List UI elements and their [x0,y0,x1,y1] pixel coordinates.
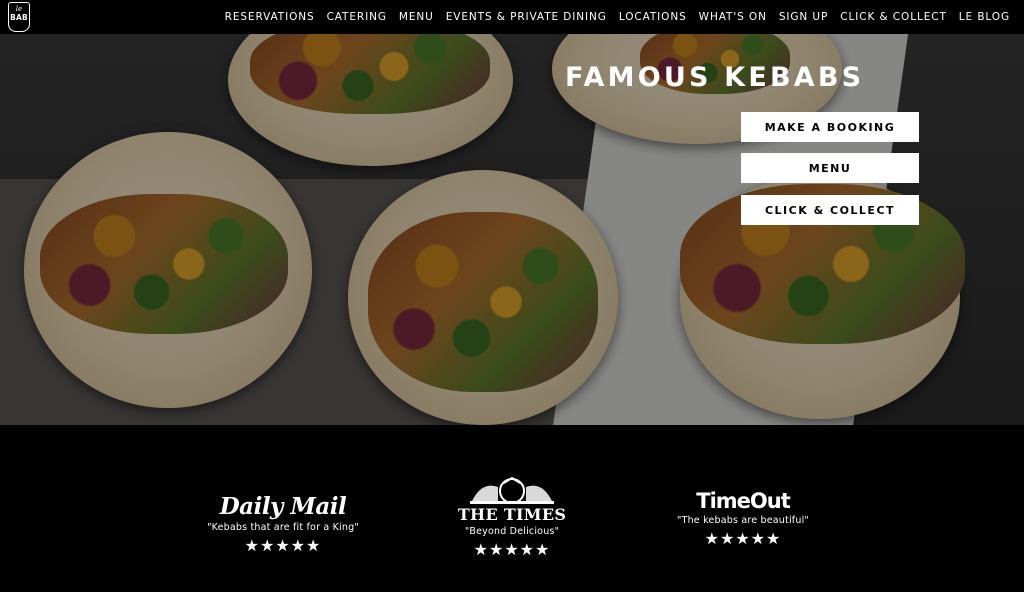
the-times-masthead: THE TIMES [457,505,567,524]
nav-link-le-blog[interactable]: LE BLOG [959,11,1010,23]
press-reviews: Daily Mail "Kebabs that are fit for a Ki… [0,425,1024,592]
nav-link-whats-on[interactable]: WHAT'S ON [699,11,767,23]
nav-link-reservations[interactable]: RESERVATIONS [225,11,315,23]
daily-mail-masthead: Daily Mail [219,493,347,520]
hero-banner: FAMOUS KEBABS MAKE A BOOKING MENU CLICK … [0,34,1024,425]
nav-link-menu[interactable]: MENU [399,11,434,23]
review-quote: "The kebabs are beautiful" [677,515,809,526]
main-nav: RESERVATIONS CATERING MENU EVENTS & PRIV… [225,0,1010,34]
logo-text-bab: BAB [10,13,28,22]
top-navigation-bar: le BAB RESERVATIONS CATERING MENU EVENTS… [0,0,1024,34]
review-quote: "Beyond Delicious" [464,526,560,537]
review-daily-mail: Daily Mail "Kebabs that are fit for a Ki… [183,493,383,555]
review-timeout: TimeOut "The kebabs are beautiful" ★★★★★ [643,489,843,548]
menu-button[interactable]: MENU [741,153,919,183]
click-and-collect-button[interactable]: CLICK & COLLECT [741,195,919,225]
royal-crest-icon [470,476,554,504]
star-rating: ★★★★★ [704,529,782,548]
star-rating: ★★★★★ [473,540,551,559]
timeout-masthead: TimeOut [696,489,791,513]
nav-link-locations[interactable]: LOCATIONS [619,11,687,23]
hero-title: FAMOUS KEBABS [565,62,865,93]
star-rating: ★★★★★ [244,536,322,555]
nav-link-catering[interactable]: CATERING [327,11,387,23]
logo-text-le: le [15,5,23,13]
make-a-booking-button[interactable]: MAKE A BOOKING [741,112,919,142]
nav-link-events-private-dining[interactable]: EVENTS & PRIVATE DINING [446,11,607,23]
le-bab-logo[interactable]: le BAB [8,2,30,32]
review-the-times: THE TIMES "Beyond Delicious" ★★★★★ [412,475,612,559]
nav-link-click-collect[interactable]: CLICK & COLLECT [840,11,947,23]
review-quote: "Kebabs that are fit for a King" [207,522,359,533]
nav-link-sign-up[interactable]: SIGN UP [779,11,828,23]
